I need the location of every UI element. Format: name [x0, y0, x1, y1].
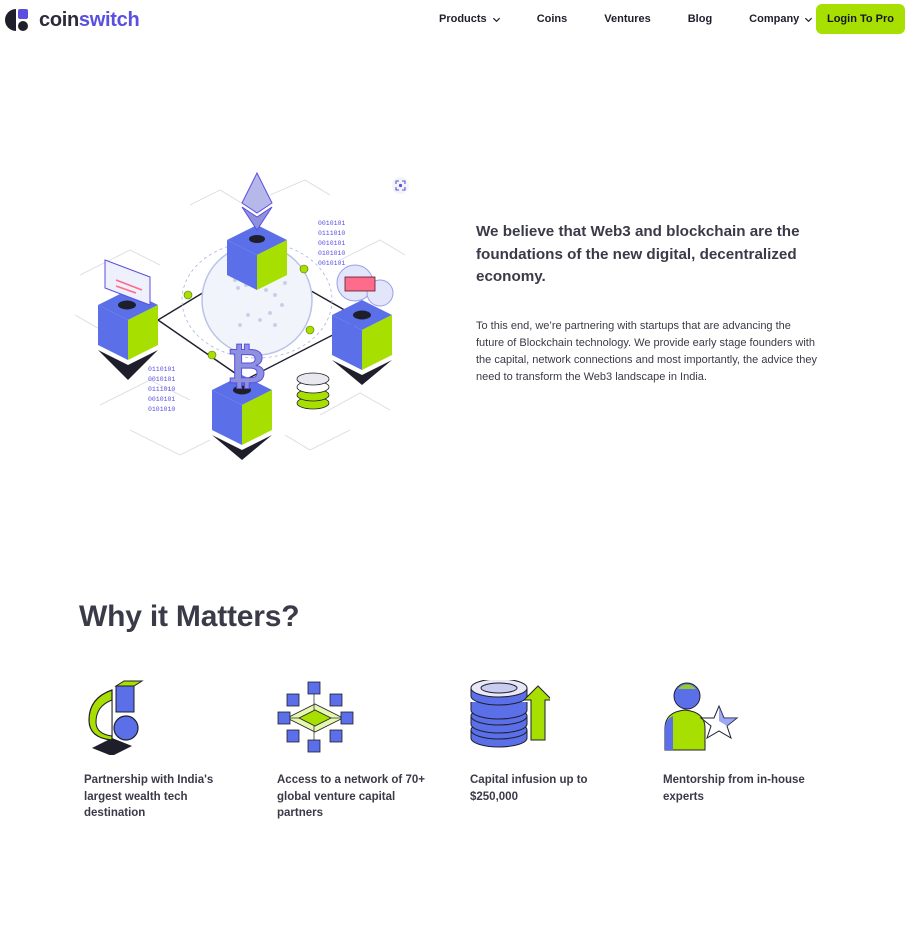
- binary-text: 0010101: [148, 376, 175, 383]
- nav-item-blog[interactable]: Blog: [688, 13, 712, 25]
- nav-item-ventures[interactable]: Ventures: [604, 13, 650, 25]
- binary-text: 0111010: [148, 386, 175, 393]
- logo-word-switch: switch: [78, 8, 140, 31]
- feature-partnership: Partnership with India's largest wealth …: [84, 680, 244, 822]
- feature-network: Access to a network of 70+ global ventur…: [277, 680, 437, 822]
- chevron-down-icon: [492, 17, 500, 22]
- hero-heading: We believe that Web3 and blockchain are …: [476, 223, 800, 285]
- ethereum-cube: [227, 171, 287, 290]
- partnership-icon: [88, 680, 144, 755]
- binary-text: 0101010: [148, 406, 175, 413]
- expand-icon[interactable]: [392, 177, 409, 194]
- feature-label: Access to a network of 70+ global ventur…: [277, 774, 425, 819]
- mentorship-icon: [664, 682, 739, 751]
- expand-frame-icon: [395, 180, 406, 191]
- nav-item-products[interactable]: Products: [439, 13, 501, 25]
- nav-item-label: Ventures: [604, 13, 651, 25]
- card-cube: [98, 259, 158, 380]
- feature-label: Partnership with India's largest wealth …: [84, 774, 214, 819]
- feature-capital: Capital infusion up to $250,000: [470, 680, 630, 805]
- capital-icon: [470, 680, 550, 748]
- section-title: Why it Matters?: [79, 600, 300, 633]
- feature-mentorship: Mentorship from in-house experts: [663, 680, 823, 805]
- coin-stack: [296, 372, 330, 410]
- login-to-pro-button[interactable]: Login To Pro: [816, 4, 905, 34]
- top-navbar: coinswitch Products Coins Ventures Blog …: [0, 0, 923, 40]
- bitcoin-cube: ₿: [212, 341, 272, 460]
- binary-text: 0010101: [318, 220, 345, 227]
- coinswitch-logo[interactable]: coinswitch: [5, 7, 140, 33]
- binary-text: 0010101: [318, 260, 345, 267]
- hero-body: To this end, we’re partnering with start…: [476, 320, 817, 383]
- nav-item-label: Products: [439, 13, 487, 25]
- logo-wordmark: coinswitch: [39, 8, 140, 32]
- blockchain-globe-illustration: ₿ 0010101 0111010 0010101 0101010 001010…: [74, 171, 406, 460]
- binary-text: 0010101: [148, 396, 175, 403]
- logo-word-coin: coin: [39, 8, 79, 31]
- truck-cube: [332, 264, 394, 385]
- svg-text:₿: ₿: [227, 341, 266, 394]
- nav-item-label: Blog: [687, 13, 713, 25]
- feature-label: Mentorship from in-house experts: [663, 774, 805, 803]
- binary-text: 0101010: [318, 250, 345, 257]
- coinswitch-logo-icon: [5, 9, 28, 31]
- nav-item-label: Company: [749, 13, 800, 25]
- binary-text: 0010101: [318, 240, 345, 247]
- feature-label: Capital infusion up to $250,000: [470, 774, 588, 803]
- network-icon: [277, 681, 354, 753]
- binary-text: 0110101: [148, 366, 175, 373]
- nav-item-label: Coins: [536, 13, 568, 25]
- binary-text: 0111010: [318, 230, 345, 237]
- nav-links: Products Coins Ventures Blog Company: [439, 13, 813, 25]
- chevron-down-icon: [805, 17, 813, 22]
- nav-item-coins[interactable]: Coins: [537, 13, 568, 25]
- nav-item-company[interactable]: Company: [749, 13, 813, 25]
